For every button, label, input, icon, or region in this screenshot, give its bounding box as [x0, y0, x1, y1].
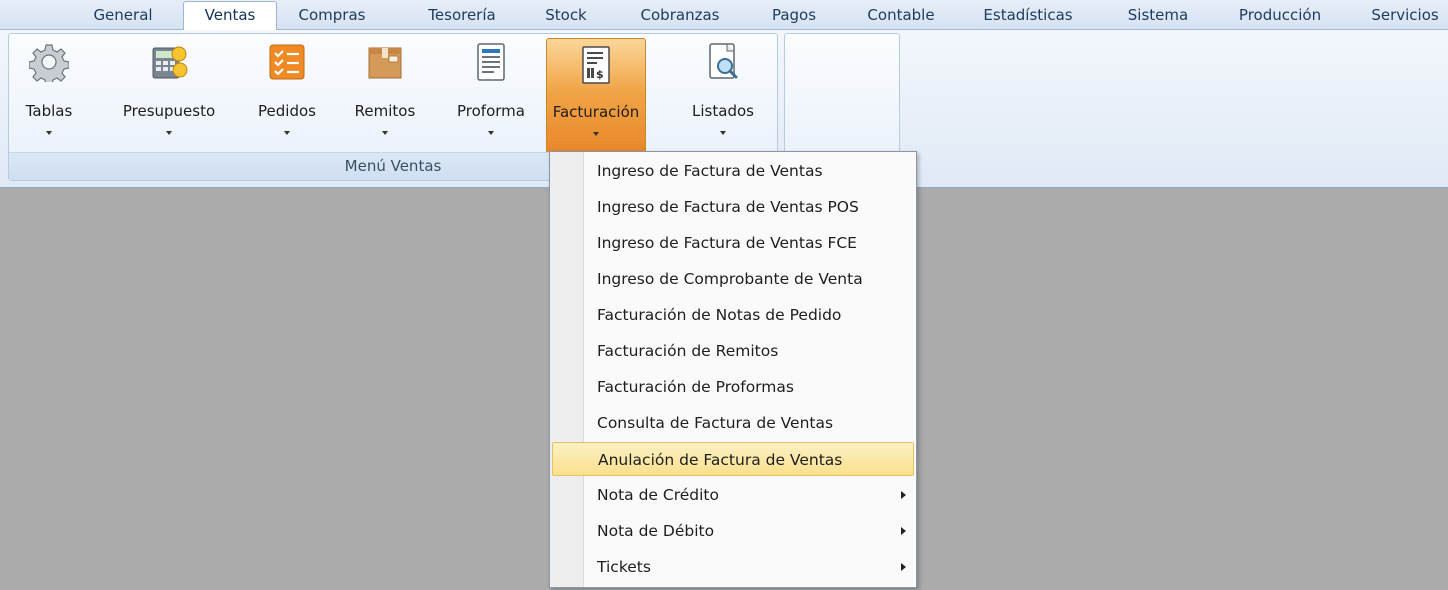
menu-item-anulacion-factura-ventas[interactable]: Anulación de Factura de Ventas: [552, 442, 914, 476]
menu-item-label: Facturación de Notas de Pedido: [597, 306, 842, 324]
menu-item-ingreso-factura-ventas[interactable]: Ingreso de Factura de Ventas: [552, 154, 914, 188]
tablas-button[interactable]: Tablas: [19, 34, 79, 152]
proforma-button[interactable]: Proforma: [447, 34, 535, 152]
menu-item-label: Facturación de Remitos: [597, 342, 779, 360]
menu-item-consulta-factura-ventas[interactable]: Consulta de Factura de Ventas: [552, 406, 914, 440]
listados-button[interactable]: Listados: [681, 34, 765, 152]
tab-pagos[interactable]: Pagos: [760, 4, 828, 30]
listados-label: Listados: [692, 102, 754, 120]
document-icon: [471, 42, 511, 82]
menu-item-tickets[interactable]: Tickets: [552, 550, 914, 584]
calculator-coins-icon: [149, 42, 189, 82]
submenu-arrow-icon: [901, 491, 906, 499]
menu-item-ingreso-factura-ventas-pos[interactable]: Ingreso de Factura de Ventas POS: [552, 190, 914, 224]
tab-servicios[interactable]: Servicios: [1362, 4, 1448, 30]
facturacion-button[interactable]: $ Facturación: [546, 38, 646, 154]
menu-item-label: Tickets: [597, 558, 651, 576]
proforma-label: Proforma: [457, 102, 525, 120]
tab-produccion[interactable]: Producción: [1224, 4, 1336, 30]
presupuesto-label: Presupuesto: [122, 102, 216, 120]
chevron-down-icon: [382, 131, 388, 135]
menu-item-facturacion-proformas[interactable]: Facturación de Proformas: [552, 370, 914, 404]
menu-item-label: Nota de Crédito: [597, 486, 719, 504]
menu-item-label: Nota de Débito: [597, 522, 715, 540]
tablas-label: Tablas: [25, 102, 73, 120]
ribbon-tab-strip: General Ventas Compras Tesorería Stock C…: [0, 0, 1448, 31]
menu-item-nota-debito[interactable]: Nota de Débito: [552, 514, 914, 548]
pedidos-button[interactable]: Pedidos: [247, 34, 327, 152]
submenu-arrow-icon: [901, 563, 906, 571]
checklist-icon: [267, 42, 307, 82]
menu-item-ingreso-comprobante-venta[interactable]: Ingreso de Comprobante de Venta: [552, 262, 914, 296]
chevron-down-icon: [284, 131, 290, 135]
facturacion-label: Facturación: [552, 103, 640, 121]
tab-contable[interactable]: Contable: [856, 4, 946, 30]
tab-compras[interactable]: Compras: [280, 4, 384, 30]
chevron-down-icon: [593, 132, 599, 136]
gear-icon: [28, 42, 70, 86]
remitos-label: Remitos: [354, 102, 416, 120]
menu-item-label: Ingreso de Factura de Ventas POS: [597, 198, 859, 216]
menu-item-facturacion-notas-pedido[interactable]: Facturación de Notas de Pedido: [552, 298, 914, 332]
menu-item-ingreso-factura-ventas-fce[interactable]: Ingreso de Factura de Ventas FCE: [552, 226, 914, 260]
chevron-down-icon: [720, 131, 726, 135]
svg-text:$: $: [596, 68, 604, 81]
chevron-down-icon: [46, 131, 52, 135]
menu-item-label: Consulta de Factura de Ventas: [597, 414, 834, 432]
chevron-down-icon: [488, 131, 494, 135]
submenu-arrow-icon: [901, 527, 906, 535]
invoice-icon: $: [576, 45, 616, 85]
pedidos-label: Pedidos: [258, 102, 316, 120]
facturacion-dropdown-menu: Ingreso de Factura de Ventas Ingreso de …: [549, 151, 917, 588]
tab-sistema[interactable]: Sistema: [1116, 4, 1200, 30]
tab-tesoreria[interactable]: Tesorería: [412, 4, 512, 30]
tab-general[interactable]: General: [80, 4, 166, 30]
tab-estadisticas[interactable]: Estadísticas: [968, 4, 1088, 30]
menu-item-nota-credito[interactable]: Nota de Crédito: [552, 478, 914, 512]
chevron-down-icon: [166, 131, 172, 135]
tab-ventas[interactable]: Ventas: [183, 1, 277, 31]
menu-item-label: Ingreso de Comprobante de Venta: [597, 270, 863, 288]
menu-item-label: Facturación de Proformas: [597, 378, 794, 396]
menu-item-facturacion-remitos[interactable]: Facturación de Remitos: [552, 334, 914, 368]
remitos-button[interactable]: Remitos: [345, 34, 425, 152]
tab-stock[interactable]: Stock: [534, 4, 598, 30]
document-search-icon: [703, 42, 743, 82]
menu-item-label: Ingreso de Factura de Ventas: [597, 162, 823, 180]
menu-item-label: Anulación de Factura de Ventas: [598, 451, 843, 469]
menu-item-label: Ingreso de Factura de Ventas FCE: [597, 234, 857, 252]
box-icon: [365, 42, 405, 82]
presupuesto-button[interactable]: Presupuesto: [113, 34, 225, 152]
tab-cobranzas[interactable]: Cobranzas: [628, 4, 732, 30]
